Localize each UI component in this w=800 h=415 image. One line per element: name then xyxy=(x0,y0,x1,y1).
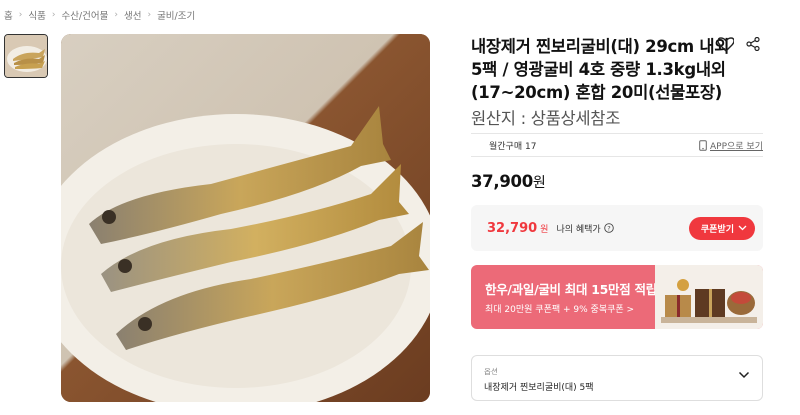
benefit-label-text: 나의 혜택가 xyxy=(556,224,601,235)
chevron-down-icon xyxy=(738,225,747,231)
option-select[interactable]: 옵션 내장제거 찐보리굴비(대) 5팩 xyxy=(471,355,763,401)
chevron-down-icon xyxy=(738,371,750,379)
benefit-price-unit: 원 xyxy=(540,224,549,235)
app-view-label: APP으로 보기 xyxy=(710,141,763,152)
chevron-right-icon: › xyxy=(18,10,23,20)
benefit-price-amount: 32,790 xyxy=(487,220,538,236)
promo-banner-subtitle: 최대 20만원 쿠폰팩 + 9% 중복쿠폰 > xyxy=(485,305,635,315)
breadcrumb-fish[interactable]: 생선 xyxy=(124,8,141,22)
sale-price: 37,900원 xyxy=(471,172,546,192)
product-main-image xyxy=(61,34,430,402)
sale-price-unit: 원 xyxy=(532,175,546,191)
breadcrumb-home[interactable]: 홈 xyxy=(4,8,13,22)
benefit-price: 32,790 원 xyxy=(487,221,548,236)
share-icon[interactable] xyxy=(743,34,763,54)
chevron-right-icon: › xyxy=(51,10,56,20)
product-thumbnail[interactable] xyxy=(4,34,48,78)
phone-icon xyxy=(699,139,707,151)
breadcrumb: 홈 › 식품 › 수산/건어물 › 생선 › 굴비/조기 xyxy=(4,8,195,22)
svg-text:?: ? xyxy=(607,224,610,232)
product-origin: 원산지 : 상품상세참조 xyxy=(471,109,621,128)
grilled-fish-image xyxy=(61,34,430,402)
sale-price-amount: 37,900 xyxy=(471,172,533,191)
app-view-link[interactable]: APP으로 보기 xyxy=(699,139,763,152)
promo-banner-title: 한우/과일/굴비 최대 15만점 적립 xyxy=(485,282,657,297)
breadcrumb-food[interactable]: 식품 xyxy=(28,8,45,22)
coupon-download-button[interactable]: 쿠폰받기 xyxy=(688,216,755,240)
option-selected-value: 내장제거 찐보리굴비(대) 5팩 xyxy=(484,383,594,393)
promo-banner[interactable]: 한우/과일/굴비 최대 15만점 적립 최대 20만원 쿠폰팩 + 9% 중복쿠… xyxy=(471,265,763,329)
chevron-right-icon: › xyxy=(147,10,152,20)
purchase-info-row: 월간구매 17 APP으로 보기 xyxy=(471,133,763,157)
product-title: 내장제거 찐보리굴비(대) 29cm 내외 5팩 / 영광굴비 4호 중량 1.… xyxy=(471,37,730,102)
option-label: 옵션 xyxy=(484,367,498,376)
benefit-label: 나의 혜택가 ? xyxy=(556,222,614,235)
info-icon[interactable]: ? xyxy=(603,223,614,233)
benefit-price-box: 32,790 원 나의 혜택가 ? 쿠폰받기 xyxy=(471,205,763,251)
monthly-purchase-count: 월간구매 17 xyxy=(489,141,537,152)
breadcrumb-seafood[interactable]: 수산/건어물 xyxy=(61,8,108,22)
coupon-button-label: 쿠폰받기 xyxy=(700,224,734,235)
breadcrumb-gulbi[interactable]: 굴비/조기 xyxy=(157,8,195,22)
fish-thumbnail-image xyxy=(5,35,47,77)
chevron-right-icon: › xyxy=(114,10,118,20)
heart-icon[interactable] xyxy=(716,34,736,54)
gift-set-image xyxy=(655,265,763,329)
